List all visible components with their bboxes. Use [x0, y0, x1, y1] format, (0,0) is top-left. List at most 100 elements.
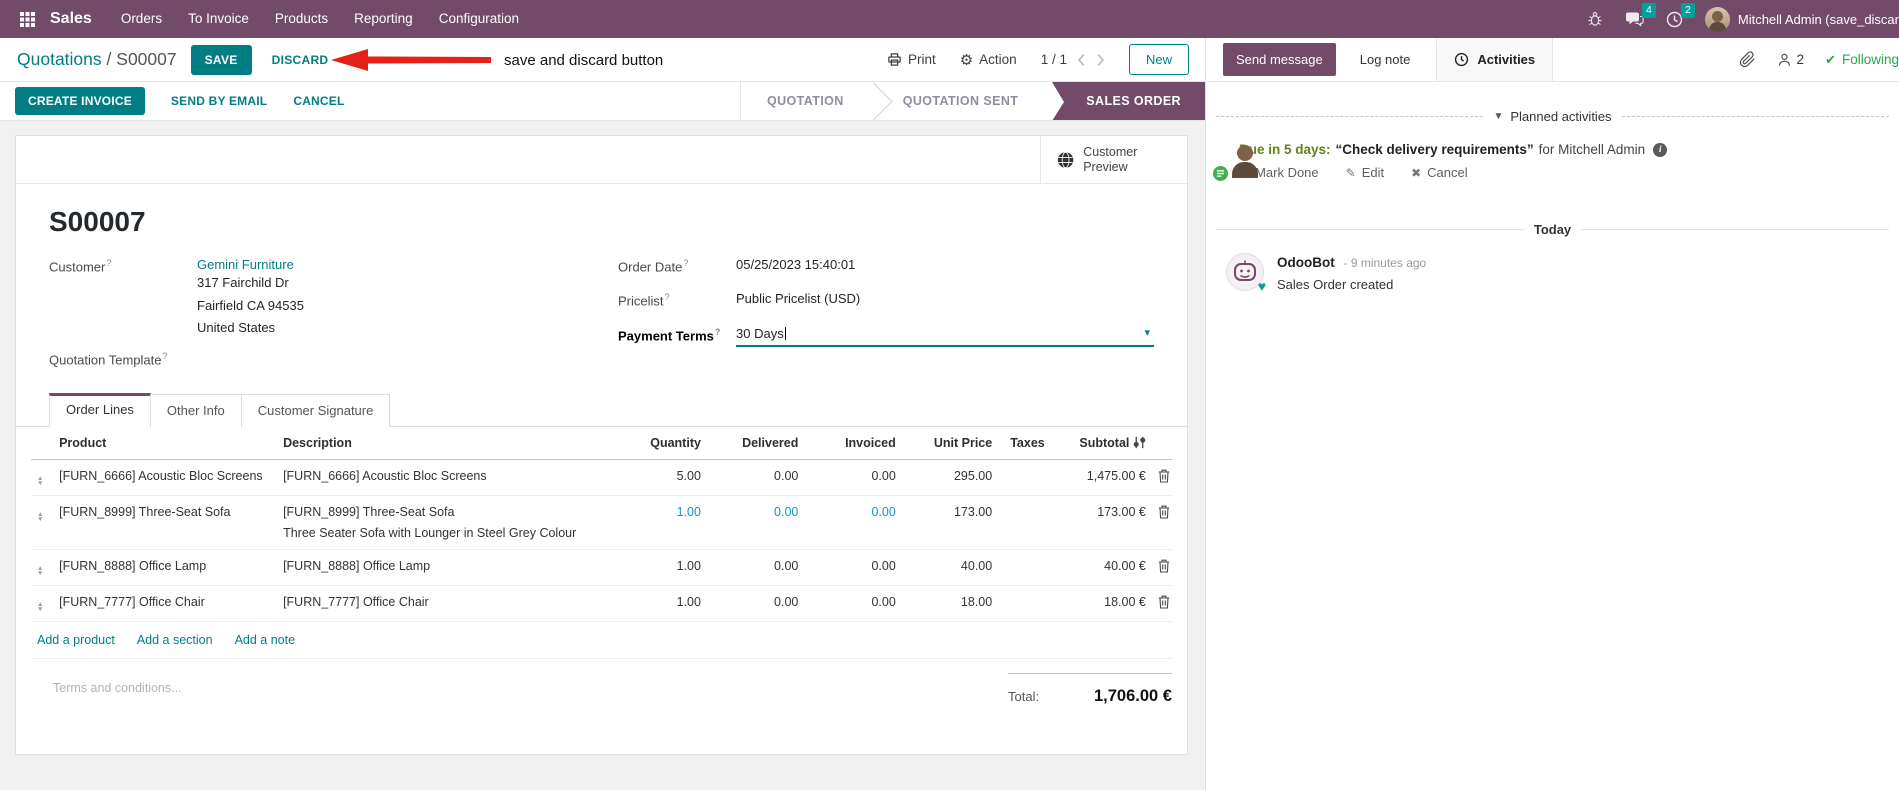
message-author[interactable]: OdooBot [1277, 255, 1335, 270]
drag-handle-icon[interactable]: ▲ ▼ [37, 509, 43, 523]
drag-handle-icon[interactable]: ▲ ▼ [37, 599, 43, 613]
order-line-row[interactable]: ▲ ▼ [FURN_8888] Office Lamp [FURN_8888] O… [31, 549, 1172, 586]
add-note-link[interactable]: Add a note [235, 633, 295, 647]
debug-bug-icon[interactable] [1587, 11, 1603, 27]
create-invoice-button[interactable]: CREATE INVOICE [15, 87, 145, 115]
customer-link[interactable]: Gemini Furniture [197, 257, 294, 272]
print-button[interactable]: Print [887, 52, 936, 67]
menu-reporting[interactable]: Reporting [341, 0, 426, 38]
cancel-activity-button[interactable]: ✖ Cancel [1411, 165, 1468, 180]
total-value: 1,706.00 € [1094, 686, 1172, 705]
heart-icon: ♥ [1257, 278, 1266, 294]
menu-to-invoice[interactable]: To Invoice [175, 0, 262, 38]
col-taxes[interactable]: Taxes [998, 426, 1066, 460]
edit-activity-button[interactable]: ✎ Edit [1346, 165, 1384, 180]
menu-products[interactable]: Products [262, 0, 341, 38]
cell-product: [FURN_6666] Acoustic Bloc Screens [53, 459, 278, 496]
planned-activities-toggle[interactable]: ▼ Planned activities [1493, 109, 1611, 124]
text-cursor [784, 326, 786, 340]
followers-button[interactable]: 2 [1777, 52, 1804, 68]
optional-columns-icon[interactable] [1133, 436, 1146, 449]
discard-button[interactable]: DISCARD [272, 53, 329, 67]
menu-orders[interactable]: Orders [108, 0, 175, 38]
col-unit-price[interactable]: Unit Price [901, 426, 999, 460]
messages-icon[interactable]: 4 [1625, 3, 1656, 27]
status-bar: CREATE INVOICE SEND BY EMAIL CANCEL QUOT… [0, 82, 1205, 121]
tab-order-lines[interactable]: Order Lines [49, 392, 151, 427]
odoobot-avatar: ♥ [1226, 253, 1266, 294]
customer-preview-button[interactable]: Customer Preview [1040, 136, 1187, 183]
cell-quantity: 1.00 [633, 549, 707, 586]
col-delivered[interactable]: Delivered [706, 426, 805, 460]
order-date-label: Order Date? [618, 258, 689, 275]
dropdown-caret-icon[interactable]: ▾ [1144, 326, 1150, 339]
app-title[interactable]: Sales [50, 10, 92, 28]
menu-configuration[interactable]: Configuration [426, 0, 532, 38]
attachment-paperclip-icon[interactable] [1739, 51, 1756, 68]
customer-label: Customer? [49, 258, 112, 275]
tab-customer-signature[interactable]: Customer Signature [240, 393, 391, 427]
total-section: Total: 1,706.00 € [1008, 672, 1172, 706]
check-icon: ✔ [1825, 51, 1836, 67]
delete-row-icon[interactable] [1158, 469, 1170, 483]
quotation-template-field[interactable]: Quotation Template? [49, 350, 618, 367]
following-button[interactable]: ✔ Following [1825, 52, 1899, 68]
payment-terms-input[interactable]: 30 Days ▾ [736, 326, 1154, 347]
cancel-button[interactable]: CANCEL [293, 94, 344, 108]
apps-grid-icon[interactable] [10, 11, 44, 27]
activities-tab[interactable]: Activities [1436, 38, 1554, 81]
col-product[interactable]: Product [53, 426, 278, 460]
order-line-row[interactable]: ▲ ▼ [FURN_7777] Office Chair [FURN_7777] … [31, 585, 1172, 622]
pager-value: 1 / 1 [1040, 52, 1067, 67]
order-line-row[interactable]: ▲ ▼ [FURN_6666] Acoustic Bloc Screens [FU… [31, 459, 1172, 496]
delete-row-icon[interactable] [1158, 595, 1170, 609]
send-by-email-button[interactable]: SEND BY EMAIL [171, 94, 267, 108]
log-note-button[interactable]: Log note [1360, 52, 1411, 67]
col-description[interactable]: Description [277, 426, 634, 460]
customer-address-line: Fairfield CA 94535 [197, 297, 304, 313]
save-button[interactable]: SAVE [190, 44, 252, 75]
delete-row-icon[interactable] [1158, 505, 1170, 519]
add-product-link[interactable]: Add a product [37, 633, 115, 647]
pager-previous-icon[interactable] [1077, 53, 1086, 67]
main-pane: Quotations / S00007 SAVE DISCARD save an… [0, 38, 1205, 790]
activity-type-badge-icon [1211, 164, 1230, 183]
form-sheet: Customer Preview S00007 Customer? Gemini… [15, 135, 1188, 755]
cell-invoiced: 0.00 [804, 585, 902, 622]
delete-row-icon[interactable] [1158, 559, 1170, 573]
col-quantity[interactable]: Quantity [633, 426, 707, 460]
cell-product: [FURN_8999] Three-Seat Sofa [53, 495, 278, 550]
total-label: Total: [1008, 688, 1040, 704]
customer-address-line: United States [197, 320, 276, 335]
drag-handle-icon[interactable]: ▲ ▼ [37, 563, 43, 577]
today-label: Today [1533, 222, 1572, 237]
col-subtotal[interactable]: Subtotal [1065, 426, 1152, 460]
drag-handle-icon[interactable]: ▲ ▼ [37, 473, 43, 487]
cell-subtotal: 40.00 € [1065, 549, 1152, 586]
terms-placeholder[interactable]: Terms and conditions... [53, 673, 182, 695]
state-sales-order[interactable]: SALES ORDER [1052, 82, 1205, 120]
state-quotation[interactable]: QUOTATION [741, 82, 870, 120]
order-line-row[interactable]: ▲ ▼ [FURN_8999] Three-Seat Sofa [FURN_899… [31, 495, 1172, 550]
pager-next-icon[interactable] [1096, 53, 1105, 67]
pricelist-label: Pricelist? [618, 292, 670, 309]
send-message-button[interactable]: Send message [1223, 43, 1336, 76]
breadcrumb-quotations[interactable]: Quotations [17, 49, 102, 69]
action-button[interactable]: ⚙ Action [960, 51, 1017, 69]
state-quotation-sent[interactable]: QUOTATION SENT [877, 82, 1045, 120]
cell-subtotal: 1,475.00 € [1065, 459, 1152, 496]
printer-icon [888, 53, 901, 66]
tab-other-info[interactable]: Other Info [149, 393, 242, 427]
activities-clock-icon[interactable]: 2 [1666, 2, 1695, 28]
pricelist-value[interactable]: Public Pricelist (USD) [736, 291, 860, 308]
table-footer-links: Add a product Add a section Add a note [31, 622, 1172, 659]
info-icon[interactable]: i [1653, 142, 1668, 157]
new-button[interactable]: New [1128, 44, 1189, 75]
add-section-link[interactable]: Add a section [137, 633, 213, 647]
order-date-value[interactable]: 05/25/2023 15:40:01 [736, 257, 855, 274]
cell-description[interactable]: [FURN_8999] Three-Seat Sofa Three Seater… [277, 495, 634, 550]
message-timestamp: - 9 minutes ago [1343, 256, 1427, 270]
col-invoiced[interactable]: Invoiced [804, 426, 902, 460]
user-menu[interactable]: Mitchell Admin (save_discar [1704, 6, 1899, 32]
payment-terms-field: Payment Terms? 30 Days ▾ [618, 326, 1154, 347]
